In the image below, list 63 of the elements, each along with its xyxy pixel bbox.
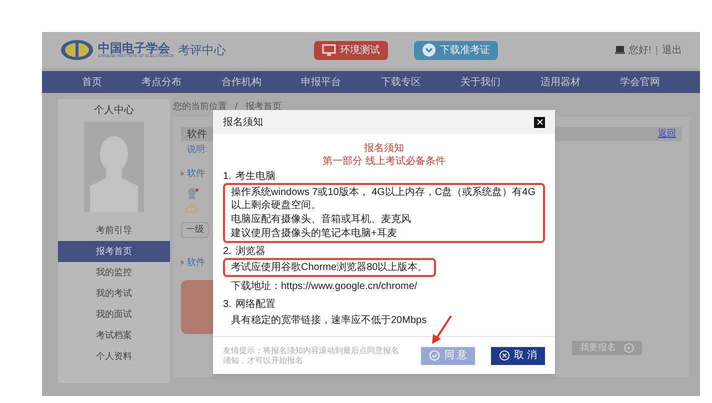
notice-text: 建议使用含摄像头的笔记本电脑+耳麦	[231, 227, 398, 240]
nav-link[interactable]: 适用器材	[540, 74, 580, 90]
sidebar-menu-item[interactable]: 考前引导	[58, 220, 170, 241]
level-tab[interactable]: 一级	[181, 222, 209, 238]
close-icon	[536, 119, 542, 125]
section-link[interactable]: 软件	[187, 256, 205, 270]
sidebar-title: 个人中心	[94, 104, 134, 118]
chevron-icon	[181, 170, 184, 176]
environment-test-button[interactable]: 环境测试	[314, 40, 388, 60]
sidebar-menu-item[interactable]: 报考首页	[58, 241, 170, 262]
nav-link[interactable]: 关于我们	[460, 74, 501, 90]
cancel-button[interactable]: 取 消	[491, 346, 545, 364]
greeting-text: 您好!	[628, 44, 652, 58]
section-title: 考生电脑	[235, 170, 276, 183]
nav-link[interactable]: 下载专区	[380, 74, 421, 90]
nav-link[interactable]: 首页	[82, 74, 102, 90]
section-number: 1.	[223, 170, 232, 183]
arrow-circle-icon	[624, 343, 634, 353]
section-number: 3.	[223, 298, 232, 311]
breadcrumb-separator: /	[235, 100, 238, 114]
site-name: 考评中心	[178, 42, 226, 59]
close-button[interactable]	[534, 116, 545, 128]
sidebar-menu-item[interactable]: 我的考试	[58, 283, 170, 304]
back-link[interactable]: 返回	[658, 127, 676, 141]
cloud-icon	[185, 204, 199, 214]
section-title: 网络配置	[235, 298, 276, 311]
nav-link[interactable]: 申报平台	[301, 74, 342, 90]
notice-subheading: 第一部分 线上考试必备条件	[322, 155, 446, 168]
notice-text: 下载地址：https://www.google.cn/chrome/	[231, 280, 418, 293]
notice-text: 具有稳定的宽带链接，速率应不低于20Mbps	[231, 314, 427, 327]
monitor-icon	[322, 44, 336, 56]
separator-text: |	[655, 44, 658, 58]
notice-text: 操作系统windows 7或10版本， 4G以上内存，C盘（或系统盘）有4G以上剩余硬盘空间。	[231, 186, 536, 212]
check-circle-icon	[429, 350, 440, 361]
section-link[interactable]: 软件	[187, 166, 205, 180]
section-title: 浏览器	[235, 245, 266, 258]
section-number: 2.	[223, 245, 232, 258]
logo-icon	[60, 39, 94, 61]
sidebar-menu-item[interactable]: 我的监控	[58, 262, 170, 283]
card-title: 软件	[187, 128, 207, 142]
close-circle-icon	[499, 350, 510, 361]
breadcrumb-item: 您的当前位置	[173, 100, 227, 114]
logo-title: 中国电子学会	[98, 42, 170, 54]
logout-link[interactable]: 退出	[662, 42, 682, 58]
user-icon	[614, 46, 625, 54]
notice-text: 电脑应配有摄像头、音箱或耳机、麦克风	[231, 213, 412, 226]
notice-text: 考试应使用谷歌Chorme浏览器80以上版本。	[231, 261, 428, 274]
sidebar-menu-item[interactable]: 我的面试	[58, 304, 170, 325]
breadcrumb-item: 报考首页	[246, 100, 282, 114]
mascot-icon	[185, 186, 199, 200]
nav-link[interactable]: 学会官网	[620, 74, 660, 90]
annotation-arrow	[431, 315, 453, 345]
chevron-icon	[181, 260, 184, 266]
nav-link[interactable]: 合作机构	[221, 74, 262, 90]
notice-heading: 报名须知	[364, 142, 404, 155]
dialog-title: 报名须知	[223, 116, 263, 130]
sidebar-menu-item[interactable]: 个人资料	[58, 346, 170, 367]
note-label: 说明:	[187, 143, 208, 156]
sidebar-menu-item[interactable]: 考试档案	[58, 325, 170, 346]
hint-text: 友情提示：将报名须知内容滚动到最后点同意报名须知，才可以开始报名	[223, 346, 400, 366]
nav-link[interactable]: 考点分布	[142, 74, 182, 90]
chevron-down-icon	[422, 43, 436, 57]
download-button[interactable]: 下载准考证	[414, 40, 498, 60]
